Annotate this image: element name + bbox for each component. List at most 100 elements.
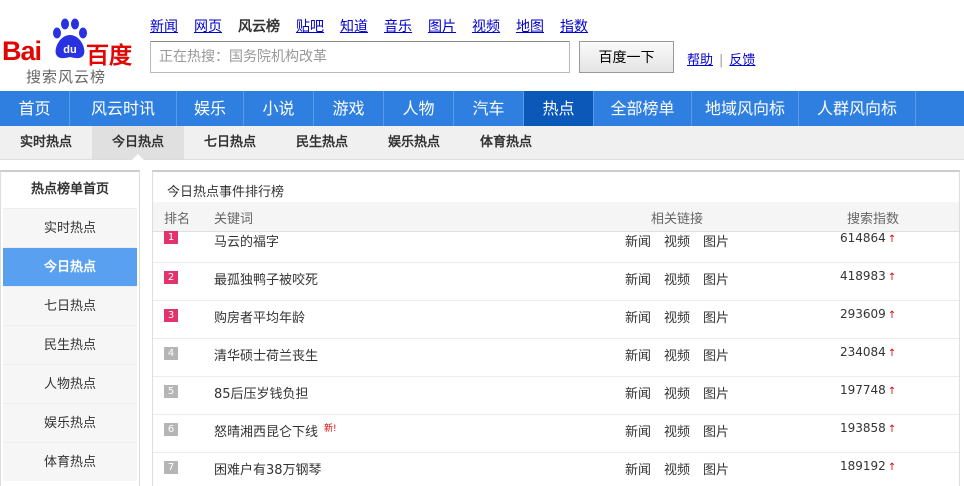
video-link[interactable]: 视频 [664, 235, 690, 250]
top-nav-link[interactable]: 风云榜 [238, 16, 280, 36]
keyword-link[interactable]: 清华硕士荷兰丧生 [214, 349, 318, 364]
sub-nav-tab[interactable]: 七日热点 [184, 126, 276, 159]
top-nav-link[interactable]: 视频 [472, 16, 500, 36]
sub-nav-tab[interactable]: 娱乐热点 [368, 126, 460, 159]
panel-title: 今日热点事件排行榜 [167, 185, 285, 200]
news-link[interactable]: 新闻 [625, 349, 651, 364]
top-nav-link[interactable]: 新闻 [150, 16, 178, 36]
top-nav-link[interactable]: 音乐 [384, 16, 412, 36]
main-nav-tab[interactable]: 娱乐 [177, 91, 244, 126]
main-nav: 首页 风云时讯 娱乐 小说 游戏 人物 汽车 热点 全部榜单 地域风向标 人群风向标 [0, 91, 964, 126]
sub-nav-tab[interactable]: 实时热点 [0, 126, 92, 159]
news-link[interactable]: 新闻 [625, 311, 651, 326]
main-nav-tab[interactable]: 小说 [244, 91, 314, 126]
main-nav-tab[interactable]: 风云时讯 [70, 91, 177, 126]
header-index: 搜索指数 [847, 212, 900, 227]
main-nav-tab[interactable]: 游戏 [314, 91, 384, 126]
top-nav-link[interactable]: 网页 [194, 16, 222, 36]
sidebar-item[interactable]: 民生热点 [3, 325, 137, 364]
top-nav-link[interactable]: 知道 [340, 16, 368, 36]
keyword-link[interactable]: 困难户有38万钢琴 [214, 463, 322, 478]
sidebar-item[interactable]: 娱乐热点 [3, 403, 137, 442]
top-nav-link[interactable]: 图片 [428, 16, 456, 36]
main-nav-tab[interactable]: 地域风向标 [692, 91, 799, 126]
sub-nav-tab[interactable]: 今日热点 [92, 126, 184, 160]
search-index: 193858 ↑ [840, 421, 896, 435]
search-index-value: 614864 [840, 231, 886, 245]
sidebar-item[interactable]: 今日热点 [3, 247, 137, 286]
trend-up-icon: ↑ [887, 234, 897, 245]
video-link[interactable]: 视频 [664, 463, 690, 478]
related-links: 新闻 视频 图片 [625, 231, 742, 250]
image-link[interactable]: 图片 [703, 311, 729, 326]
logo-baidu-cn: 百度 [86, 43, 132, 69]
news-link[interactable]: 新闻 [625, 387, 651, 402]
video-link[interactable]: 视频 [664, 311, 690, 326]
video-link[interactable]: 视频 [664, 425, 690, 440]
top-nav-link[interactable]: 指数 [560, 16, 588, 36]
trend-up-icon: ↑ [887, 462, 897, 473]
image-link[interactable]: 图片 [703, 349, 729, 364]
table-row: 4 清华硕士荷兰丧生 新闻 视频 图片 234084 ↑ [153, 339, 959, 377]
keyword-link[interactable]: 怒晴湘西昆仑下线 [214, 425, 318, 440]
sidebar-item[interactable]: 实时热点 [3, 208, 137, 247]
search-index: 293609 ↑ [840, 307, 896, 321]
video-link[interactable]: 视频 [664, 349, 690, 364]
keyword-cell: 85后压岁钱负担 [214, 383, 309, 402]
rank-badge: 5 [164, 385, 178, 398]
top-nav-link[interactable]: 地图 [516, 16, 544, 36]
sub-nav-tab[interactable]: 民生热点 [276, 126, 368, 159]
keyword-link[interactable]: 马云的福字 [214, 235, 279, 250]
search-index: 614864 ↑ [840, 231, 896, 245]
rank-badge: 7 [164, 461, 178, 474]
search-index-value: 418983 [840, 269, 886, 283]
rank-badge: 1 [164, 231, 178, 244]
table-row: 2 最孤独鸭子被咬死 新闻 视频 图片 418983 ↑ [153, 263, 959, 301]
news-link[interactable]: 新闻 [625, 235, 651, 250]
help-link[interactable]: 帮助 [687, 53, 713, 68]
keyword-link[interactable]: 购房者平均年龄 [214, 311, 305, 326]
news-link[interactable]: 新闻 [625, 463, 651, 478]
search-box [150, 41, 570, 73]
video-link[interactable]: 视频 [664, 387, 690, 402]
sidebar-title[interactable]: 热点榜单首页 [1, 172, 139, 208]
search-index-value: 197748 [840, 383, 886, 397]
search-index: 418983 ↑ [840, 269, 896, 283]
image-link[interactable]: 图片 [703, 387, 729, 402]
keyword-cell: 购房者平均年龄 [214, 307, 305, 326]
main-nav-tab[interactable]: 人群风向标 [799, 91, 916, 126]
baidu-logo[interactable]: Bai du 百度 搜索风云榜 [0, 14, 140, 86]
image-link[interactable]: 图片 [703, 463, 729, 478]
image-link[interactable]: 图片 [703, 235, 729, 250]
logo-bai-text: Bai [2, 36, 42, 66]
video-link[interactable]: 视频 [664, 273, 690, 288]
sidebar-item[interactable]: 七日热点 [3, 286, 137, 325]
image-link[interactable]: 图片 [703, 273, 729, 288]
main-nav-tab[interactable]: 汽车 [454, 91, 524, 126]
main-nav-tab[interactable]: 人物 [384, 91, 454, 126]
trend-up-icon: ↑ [887, 348, 897, 359]
help-separator: | [719, 53, 724, 68]
search-button[interactable]: 百度一下 [579, 41, 674, 73]
news-link[interactable]: 新闻 [625, 425, 651, 440]
sub-nav-tab[interactable]: 体育热点 [460, 126, 552, 159]
news-link[interactable]: 新闻 [625, 273, 651, 288]
sidebar-item[interactable]: 人物热点 [3, 364, 137, 403]
image-link[interactable]: 图片 [703, 425, 729, 440]
related-links: 新闻 视频 图片 [625, 421, 742, 440]
rank-badge: 4 [164, 347, 178, 360]
keyword-cell: 怒晴湘西昆仑下线 新! [214, 421, 337, 440]
sidebar-item[interactable]: 体育热点 [3, 442, 137, 481]
keyword-link[interactable]: 85后压岁钱负担 [214, 387, 309, 402]
keyword-link[interactable]: 最孤独鸭子被咬死 [214, 273, 318, 288]
top-nav-link[interactable]: 贴吧 [296, 16, 324, 36]
keyword-cell: 清华硕士荷兰丧生 [214, 345, 318, 364]
ranking-panel: 今日热点事件排行榜 排名 关键词 相关链接 搜索指数 1 马云的福字 新闻 视频 图片 6… [152, 170, 960, 486]
main-nav-tab[interactable]: 首页 [0, 91, 70, 126]
search-input[interactable] [151, 42, 569, 72]
top-nav: 新闻 网页 风云榜 贴吧 知道 音乐 图片 视频 地图 指数 [150, 16, 604, 36]
main-nav-tab[interactable]: 热点 [524, 91, 594, 126]
table-header: 排名 关键词 相关链接 搜索指数 [153, 202, 959, 232]
main-nav-tab[interactable]: 全部榜单 [594, 91, 692, 126]
feedback-link[interactable]: 反馈 [729, 53, 755, 68]
